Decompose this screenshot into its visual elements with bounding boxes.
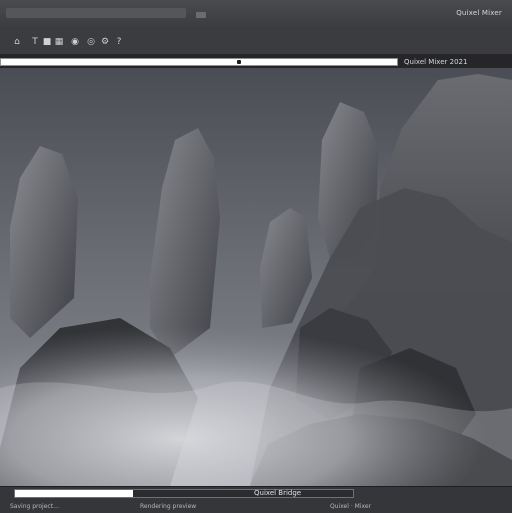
top-progress-fill bbox=[1, 59, 397, 65]
home-icon[interactable]: ⌂ bbox=[12, 37, 22, 47]
bottom-progress-bar bbox=[14, 489, 354, 498]
status-middle: Rendering preview bbox=[140, 503, 197, 510]
app-title: Quixel Mixer bbox=[456, 9, 502, 17]
settings-icon[interactable]: ⚙ bbox=[100, 37, 110, 47]
status-right: Quixel · Mixer bbox=[330, 503, 372, 510]
viewport-label: Quixel Mixer 2021 bbox=[404, 58, 468, 66]
grid-tool-icon[interactable]: ▦ bbox=[54, 37, 64, 47]
menu-bar[interactable] bbox=[6, 8, 186, 18]
text-tool-icon[interactable]: T bbox=[30, 37, 40, 47]
menu-more-icon[interactable] bbox=[196, 12, 206, 18]
status-bar: Saving project… Rendering preview Quixel… bbox=[0, 501, 512, 513]
light-icon[interactable]: ◉ bbox=[70, 37, 80, 47]
top-progress-bar bbox=[0, 58, 398, 66]
render-viewport[interactable]: Quixel Mixer 2021 bbox=[0, 54, 512, 486]
bottom-progress-fill bbox=[15, 490, 134, 497]
bottom-label: Quixel Bridge bbox=[254, 489, 302, 497]
bottom-bar: Quixel Bridge Saving project… Rendering … bbox=[0, 486, 512, 513]
title-bar: Quixel Mixer bbox=[0, 0, 512, 27]
square-tool-icon[interactable]: ■ bbox=[42, 37, 52, 47]
progress-marker-icon bbox=[237, 60, 241, 64]
landscape-preview bbox=[0, 68, 512, 486]
toolbar: ⌂ T ■ ▦ ◉ ◎ ⚙ ? bbox=[0, 26, 512, 55]
status-left: Saving project… bbox=[10, 503, 60, 510]
camera-icon[interactable]: ◎ bbox=[86, 37, 96, 47]
help-icon[interactable]: ? bbox=[114, 37, 124, 47]
